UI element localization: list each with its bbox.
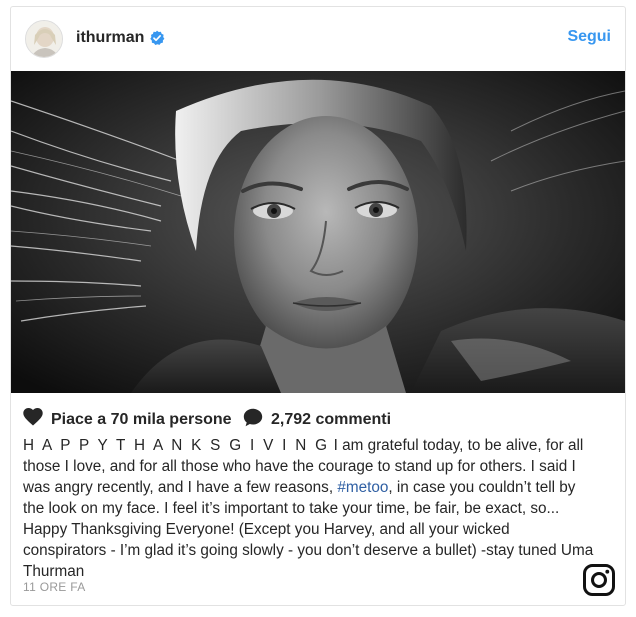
caption-heading: H A P P Y T H A N K S G I V I N G: [23, 437, 330, 454]
post-actions: Piace a 70 mila persone 2,792 commenti: [23, 408, 613, 430]
post-photo[interactable]: [11, 71, 625, 393]
verified-badge-icon: [149, 30, 165, 46]
comments-group[interactable]: 2,792 commenti: [243, 408, 391, 432]
avatar-image: [26, 21, 62, 57]
heart-icon[interactable]: [23, 408, 43, 431]
post-header: ithurman Segui: [11, 7, 625, 71]
comments-count[interactable]: 2,792 commenti: [271, 411, 391, 429]
instagram-post-card: ithurman Segui Piace a 70 mila persone 2…: [10, 6, 626, 606]
portrait-image: [11, 71, 625, 393]
instagram-logo-icon[interactable]: [583, 564, 615, 596]
follow-button[interactable]: Segui: [567, 28, 611, 46]
comment-bubble-icon[interactable]: [243, 408, 263, 432]
likes-count[interactable]: Piace a 70 mila persone: [51, 411, 232, 429]
likes-group[interactable]: Piace a 70 mila persone: [23, 408, 232, 431]
hashtag-link[interactable]: #metoo: [337, 479, 388, 496]
avatar[interactable]: [25, 20, 63, 58]
post-timestamp[interactable]: 11 ORE FA: [23, 580, 86, 594]
post-caption: H A P P Y T H A N K S G I V I N G I am g…: [23, 435, 597, 582]
username[interactable]: ithurman: [76, 29, 144, 47]
